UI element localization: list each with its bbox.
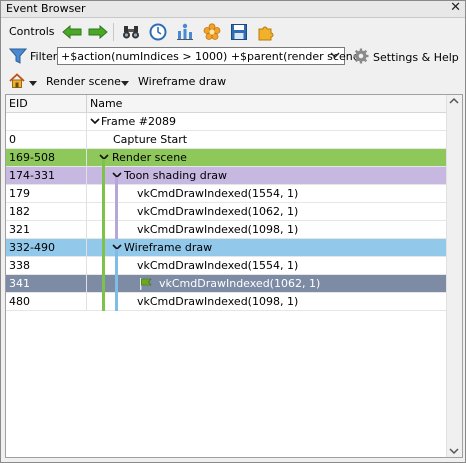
- breadcrumb-dropdown-icon[interactable]: [121, 77, 129, 90]
- row-eid: 174-331: [9, 169, 55, 182]
- tree-row-toon-shading[interactable]: 174-331 Toon shading draw: [6, 167, 447, 185]
- row-eid: 338: [9, 259, 30, 272]
- render-scene-guide-line: [102, 159, 105, 311]
- column-divider: [86, 257, 87, 275]
- funnel-filter-icon[interactable]: [8, 48, 28, 67]
- title-bar: Event Browser ✕: [1, 0, 465, 18]
- puzzle-extensions-icon[interactable]: [255, 21, 277, 43]
- breadcrumb: Render scene Wireframe draw: [1, 71, 465, 93]
- home-dropdown-icon[interactable]: [29, 77, 37, 90]
- vertical-scrollbar[interactable]: [446, 95, 462, 457]
- row-eid: 169-508: [9, 151, 55, 164]
- home-icon[interactable]: [9, 73, 25, 92]
- breadcrumb-render-scene[interactable]: Render scene: [46, 75, 121, 88]
- row-eid: 321: [9, 223, 30, 236]
- event-browser-window: Event Browser ✕ Controls Filter +$action…: [0, 0, 466, 463]
- column-divider: [86, 221, 87, 239]
- binoculars-find-icon[interactable]: [120, 21, 142, 43]
- tree-row[interactable]: 182 vkCmdDrawIndexed(1062, 1): [6, 203, 447, 221]
- tree-row-capture-start[interactable]: 0 Capture Start: [6, 131, 447, 149]
- filter-row: Filter +$action(numIndices > 1000) +$par…: [1, 46, 465, 68]
- gear-icon: [353, 48, 369, 67]
- settings-help-label: Settings & Help: [373, 51, 459, 64]
- save-disk-icon[interactable]: [228, 21, 250, 43]
- row-name: Wireframe draw: [124, 241, 213, 254]
- row-name: vkCmdDrawIndexed(1554, 1): [137, 259, 299, 272]
- close-icon[interactable]: ✕: [450, 0, 461, 15]
- eid-column-header[interactable]: EID: [9, 97, 28, 110]
- column-divider: [86, 185, 87, 203]
- tree-header: EID Name: [6, 95, 447, 113]
- row-name: Toon shading draw: [124, 169, 227, 182]
- forward-arrow-icon[interactable]: [87, 21, 109, 43]
- filter-expression: +$action(numIndices > 1000) +$parent(ren…: [61, 50, 364, 63]
- event-tree[interactable]: EID Name Frame #2089 0 Capture Start 169…: [5, 94, 463, 458]
- row-name: vkCmdDrawIndexed(1098, 1): [137, 223, 299, 236]
- toolbar-separator: [113, 23, 114, 41]
- row-name: vkCmdDrawIndexed(1098, 1): [137, 295, 299, 308]
- column-divider: [86, 167, 87, 185]
- tree-row[interactable]: 321 vkCmdDrawIndexed(1098, 1): [6, 221, 447, 239]
- tree-row[interactable]: 338 vkCmdDrawIndexed(1554, 1): [6, 257, 447, 275]
- row-name: vkCmdDrawIndexed(1062, 1): [137, 205, 299, 218]
- bookmark-flag-icon[interactable]: [139, 278, 153, 293]
- scroll-down-icon[interactable]: [449, 447, 459, 457]
- settings-help-button[interactable]: Settings & Help: [353, 48, 459, 67]
- column-divider: [86, 131, 87, 149]
- tree-row[interactable]: 179 vkCmdDrawIndexed(1554, 1): [6, 185, 447, 203]
- column-divider: [86, 203, 87, 221]
- back-arrow-icon[interactable]: [61, 21, 83, 43]
- controls-toolbar: Controls: [1, 18, 465, 46]
- controls-label: Controls: [9, 25, 55, 38]
- row-eid: 179: [9, 187, 30, 200]
- column-divider: [86, 239, 87, 257]
- scroll-up-icon[interactable]: [449, 97, 459, 108]
- row-name: vkCmdDrawIndexed(1062, 1): [159, 277, 321, 290]
- column-divider: [86, 113, 87, 131]
- tree-row-render-scene[interactable]: 169-508 Render scene: [6, 149, 447, 167]
- row-eid: 480: [9, 295, 30, 308]
- filter-input[interactable]: +$action(numIndices > 1000) +$parent(ren…: [57, 47, 364, 65]
- wireframe-guide-line: [115, 249, 118, 311]
- filter-label: Filter: [30, 50, 58, 63]
- tree-row-frame[interactable]: Frame #2089: [6, 113, 447, 131]
- tree-row-wireframe-draw[interactable]: 332-490 Wireframe draw: [6, 239, 447, 257]
- row-name: Frame #2089: [101, 115, 176, 128]
- window-title: Event Browser: [6, 2, 86, 15]
- chevron-down-icon[interactable]: [90, 116, 100, 129]
- row-name: Capture Start: [113, 133, 188, 146]
- row-eid: 0: [9, 133, 16, 146]
- column-divider[interactable]: [86, 95, 87, 112]
- column-divider: [86, 149, 87, 167]
- row-eid: 341: [9, 277, 30, 290]
- tree-row[interactable]: 480 vkCmdDrawIndexed(1098, 1): [6, 293, 447, 311]
- column-divider: [86, 293, 87, 311]
- tree-row-selected[interactable]: 341 vkCmdDrawIndexed(1062, 1): [6, 275, 447, 293]
- flower-bookmarks-icon[interactable]: [201, 21, 223, 43]
- chevron-down-icon[interactable]: [330, 49, 340, 64]
- row-eid: 332-490: [9, 241, 55, 254]
- breadcrumb-wireframe-draw[interactable]: Wireframe draw: [138, 75, 226, 88]
- row-eid: 182: [9, 205, 30, 218]
- column-divider: [86, 275, 87, 293]
- name-column-header[interactable]: Name: [90, 97, 122, 110]
- row-name: Render scene: [112, 151, 187, 164]
- row-name: vkCmdDrawIndexed(1554, 1): [137, 187, 299, 200]
- clock-timing-icon[interactable]: [147, 21, 169, 43]
- bar-chart-statistics-icon[interactable]: [174, 21, 196, 43]
- toon-shading-guide-line: [115, 177, 118, 239]
